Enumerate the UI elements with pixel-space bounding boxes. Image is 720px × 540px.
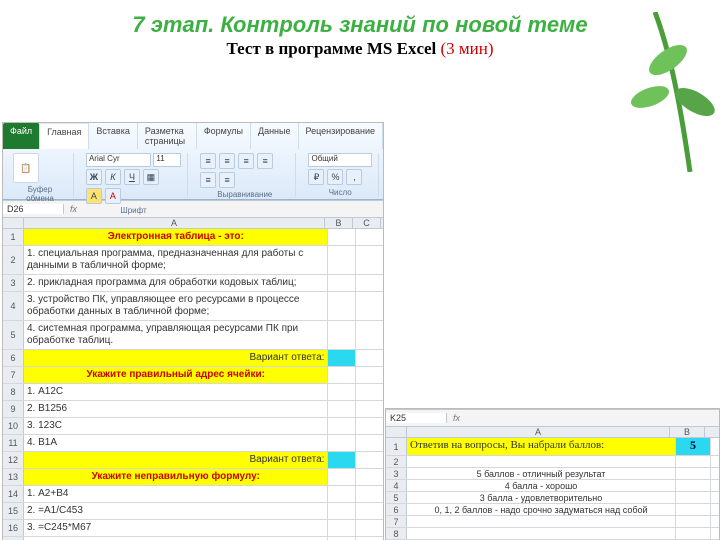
q3-opt1[interactable]: 1. А2+В4 [24, 486, 328, 502]
score-cell[interactable]: 5 [676, 438, 711, 455]
italic-icon[interactable]: К [105, 169, 121, 185]
currency-icon[interactable]: ₽ [308, 169, 324, 185]
group-align: ≡ ≡ ≡ ≡ ≡ ≡ Выравнивание [194, 153, 296, 197]
q3-header[interactable]: Укажите неправильную формулу: [24, 469, 328, 485]
q3-opt3[interactable]: 3. =С245*М67 [24, 520, 328, 536]
tab-page-layout[interactable]: Разметка страницы [138, 123, 197, 149]
excel-ribbon: Файл Главная Вставка Разметка страницы Ф… [3, 123, 383, 200]
q1-answer-cell[interactable] [328, 350, 356, 366]
paste-icon[interactable]: 📋 [13, 153, 39, 183]
col-header-a-r[interactable]: A [407, 427, 670, 437]
q1-opt4[interactable]: 4. системная программа, управляющая ресу… [24, 321, 328, 349]
fx-label: fx [64, 204, 83, 214]
corner-cell-right[interactable] [386, 427, 407, 437]
bold-icon[interactable]: Ж [86, 169, 102, 185]
legend-5[interactable]: 5 баллов - отличный результат [407, 468, 676, 479]
result-header[interactable]: Ответив на вопросы, Вы набрали баллов: [407, 438, 676, 455]
tab-home[interactable]: Главная [40, 123, 89, 149]
align-right-icon[interactable]: ≡ [219, 172, 235, 188]
legend-4[interactable]: 4 балла - хорошо [407, 480, 676, 491]
name-box[interactable]: D26 [3, 204, 64, 214]
name-box-right[interactable]: K25 [386, 413, 447, 423]
q2-opt1[interactable]: 1. А12С [24, 384, 328, 400]
q1-opt2[interactable]: 2. прикладная программа для обработки ко… [24, 275, 328, 291]
font-name-select[interactable]: Arial Cyr [86, 153, 151, 167]
excel-screenshot-test: Файл Главная Вставка Разметка страницы Ф… [2, 122, 384, 540]
tab-insert[interactable]: Вставка [89, 123, 137, 149]
border-icon[interactable]: ▦ [143, 169, 159, 185]
group-number-label: Число [308, 188, 372, 197]
grid-rows: 1Электронная таблица - это: 21. специаль… [3, 229, 383, 540]
q2-opt4[interactable]: 4. В1А [24, 435, 328, 451]
group-font-label: Шрифт [86, 206, 181, 215]
font-size-select[interactable]: 11 [153, 153, 181, 167]
legend-3[interactable]: 3 балла - удовлетворительно [407, 492, 676, 503]
q2-opt2[interactable]: 2. В1256 [24, 401, 328, 417]
q1-header[interactable]: Электронная таблица - это: [24, 229, 328, 245]
slide-title: 7 этап. Контроль знаний по новой теме [0, 12, 720, 37]
number-format-select[interactable]: Общий [308, 153, 372, 167]
tab-file[interactable]: Файл [3, 123, 40, 149]
tab-data[interactable]: Данные [251, 123, 299, 149]
q1-answer-label[interactable]: Вариант ответа: [24, 350, 328, 366]
align-top-icon[interactable]: ≡ [200, 153, 216, 169]
col-header-c[interactable]: C [353, 218, 381, 228]
col-header-a[interactable]: A [24, 218, 325, 228]
align-center-icon[interactable]: ≡ [200, 172, 216, 188]
align-bot-icon[interactable]: ≡ [238, 153, 254, 169]
tab-review[interactable]: Рецензирование [299, 123, 384, 149]
comma-icon[interactable]: , [346, 169, 362, 185]
group-clipboard: 📋 Буфер обмена [7, 153, 74, 197]
legend-012[interactable]: 0, 1, 2 баллов - надо срочно задуматься … [407, 504, 676, 515]
group-align-label: Выравнивание [200, 190, 289, 199]
q1-opt3[interactable]: 3. устройство ПК, управляющее его ресурс… [24, 292, 328, 320]
underline-icon[interactable]: Ч [124, 169, 140, 185]
q1-opt1[interactable]: 1. специальная программа, предназначенна… [24, 246, 328, 274]
q3-opt2[interactable]: 2. =А1/С453 [24, 503, 328, 519]
subtitle-main: Тест в программе MS Excel [226, 39, 440, 58]
align-left-icon[interactable]: ≡ [257, 153, 273, 169]
group-font: Arial Cyr 11 Ж К Ч ▦ A A Шрифт [80, 153, 188, 197]
corner-cell[interactable] [3, 218, 24, 228]
percent-icon[interactable]: % [327, 169, 343, 185]
fill-color-icon[interactable]: A [86, 188, 102, 204]
tab-formulas[interactable]: Формулы [197, 123, 251, 149]
column-headers-right: A B [386, 427, 719, 438]
group-clipboard-label: Буфер обмена [13, 185, 67, 203]
font-color-icon[interactable]: A [105, 188, 121, 204]
column-headers: A B C [3, 218, 383, 229]
q2-opt3[interactable]: 3. 123С [24, 418, 328, 434]
col-header-b-r[interactable]: B [670, 427, 705, 437]
align-mid-icon[interactable]: ≡ [219, 153, 235, 169]
subtitle-timing: (3 мин) [441, 39, 494, 58]
excel-screenshot-result: K25 fx A B 1Ответив на вопросы, Вы набра… [385, 408, 720, 540]
q2-header[interactable]: Укажите правильный адрес ячейки: [24, 367, 328, 383]
fx-label-right: fx [447, 413, 466, 423]
col-header-b[interactable]: B [325, 218, 353, 228]
formula-bar-right: K25 fx [386, 409, 719, 427]
q2-answer-cell[interactable] [328, 452, 356, 468]
blank-row[interactable] [407, 456, 676, 467]
group-number: Общий ₽ % , Число [302, 153, 379, 197]
grid-rows-right: 1Ответив на вопросы, Вы набрали баллов:5… [386, 438, 719, 540]
q2-answer-label[interactable]: Вариант ответа: [24, 452, 328, 468]
